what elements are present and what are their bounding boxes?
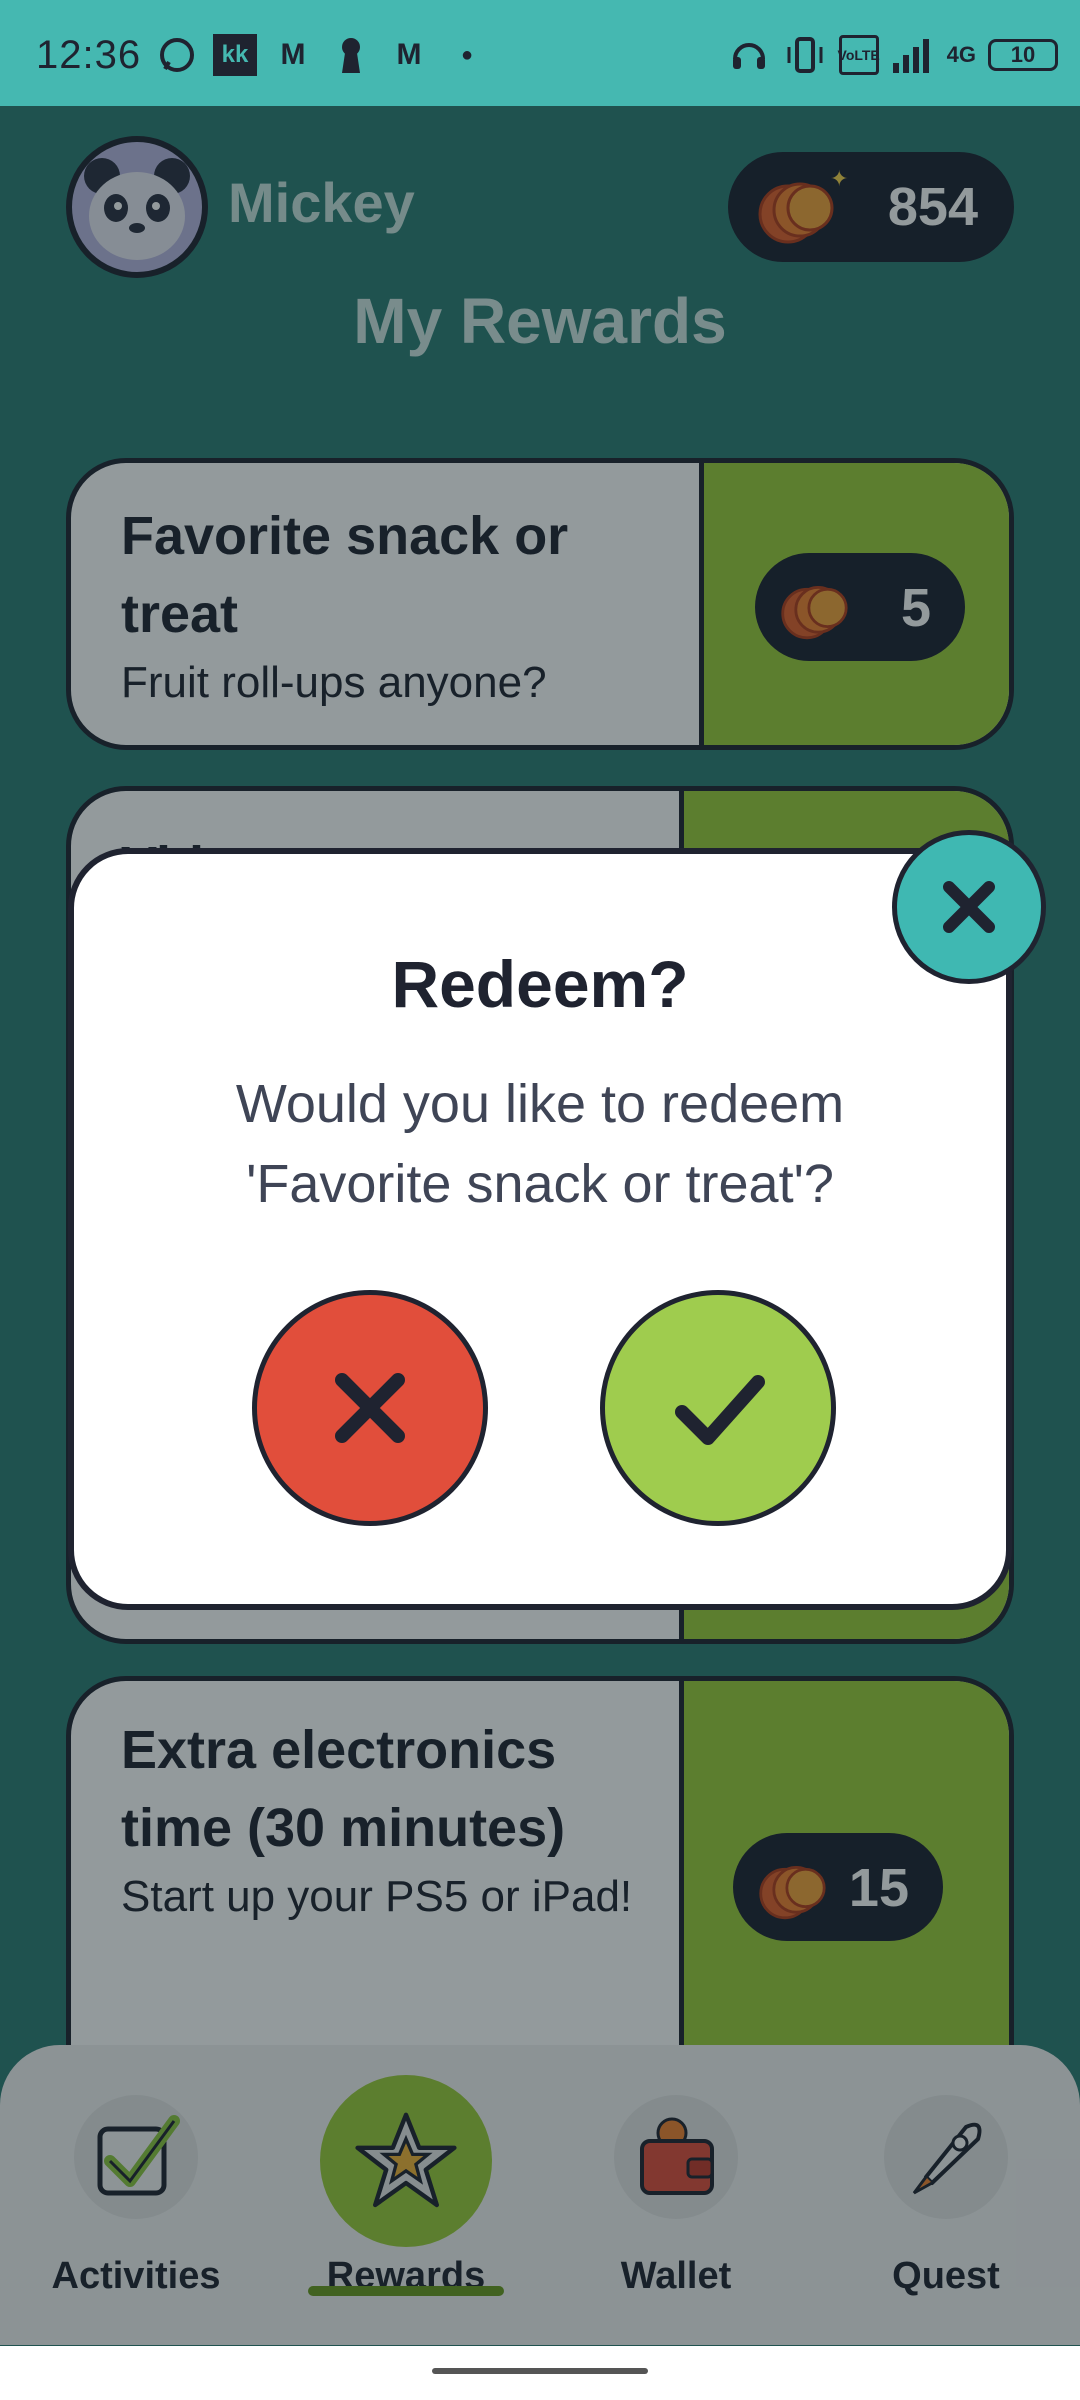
vibrate-icon [783, 34, 827, 76]
headset-icon [727, 34, 771, 76]
status-time: 12:36 [36, 33, 142, 77]
network-type: 4G [946, 42, 976, 67]
gesture-bar [0, 2346, 1080, 2400]
checkmark-icon [675, 1375, 765, 1445]
kk-app-icon: kk [213, 34, 257, 76]
keyhole-icon [329, 34, 373, 76]
home-indicator[interactable] [432, 2368, 648, 2374]
redeem-dialog: Redeem? Would you like to redeem 'Favori… [68, 848, 1012, 1610]
volte-icon: VoLTE [838, 35, 880, 75]
close-icon [943, 881, 995, 933]
whatsapp-icon [155, 34, 199, 76]
dialog-message: Would you like to redeem 'Favorite snack… [235, 1074, 845, 1214]
dialog-title: Redeem? [391, 947, 689, 1021]
gmail-icon: M [396, 38, 422, 71]
battery-icon: 10 [988, 39, 1058, 71]
status-bar: 12:36 kk M M ● VoLTE 4G 10 [0, 0, 1080, 106]
battery-level: 10 [1010, 42, 1036, 67]
cancel-button[interactable] [252, 1290, 488, 1526]
gmail-icon: M [280, 38, 306, 71]
x-icon [335, 1373, 405, 1443]
signal-icon [891, 34, 935, 76]
close-button[interactable] [892, 830, 1046, 984]
system-icons: VoLTE 4G 10 [727, 34, 1058, 76]
confirm-button[interactable] [600, 1290, 836, 1526]
notification-icons: kk M M ● [155, 34, 489, 76]
dot-icon: ● [460, 43, 474, 66]
